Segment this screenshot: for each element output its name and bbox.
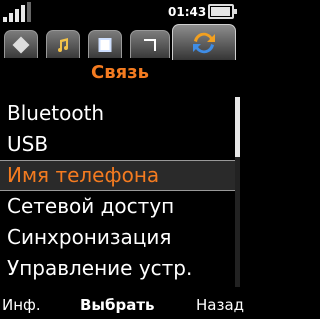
- battery-level: [211, 7, 230, 16]
- call-forward-icon: [144, 38, 156, 51]
- menu-item-sync[interactable]: Синхронизация: [0, 222, 236, 253]
- menu-item-bluetooth[interactable]: Bluetooth: [0, 98, 236, 129]
- status-time: 01:43: [168, 5, 207, 19]
- settings-general-tab[interactable]: [4, 30, 38, 58]
- settings-sound-tab[interactable]: [46, 30, 80, 58]
- status-bar: 01:43: [0, 0, 240, 24]
- scrollbar[interactable]: [235, 97, 240, 287]
- page-title: Связь: [91, 62, 149, 83]
- settings-tabs: [0, 24, 240, 60]
- display-icon: [98, 37, 112, 52]
- menu-item-phone-name[interactable]: Имя телефона: [0, 160, 236, 191]
- screen-header: Связь: [0, 60, 240, 94]
- battery-icon: [208, 4, 237, 19]
- connectivity-icon: [193, 32, 215, 53]
- music-note-icon: [58, 37, 68, 52]
- softkey-select[interactable]: Выбрать: [80, 296, 155, 314]
- menu-item-device-management[interactable]: Управление устр.: [0, 253, 236, 284]
- settings-display-tab[interactable]: [88, 30, 122, 58]
- softkey-back[interactable]: Назад: [196, 296, 244, 314]
- signal-icon: [3, 2, 33, 22]
- softkey-info[interactable]: Инф.: [2, 296, 41, 314]
- softkey-bar: Инф. Выбрать Назад: [0, 291, 244, 319]
- menu-item-network-access[interactable]: Сетевой доступ: [0, 191, 236, 222]
- settings-calls-tab[interactable]: [130, 30, 170, 58]
- settings-connectivity-tab[interactable]: [172, 24, 236, 60]
- settings-menu-list: Bluetooth USB Имя телефона Сетевой досту…: [0, 98, 236, 284]
- diamond-icon: [12, 36, 30, 53]
- scrollbar-thumb[interactable]: [235, 97, 240, 157]
- menu-item-usb[interactable]: USB: [0, 129, 236, 160]
